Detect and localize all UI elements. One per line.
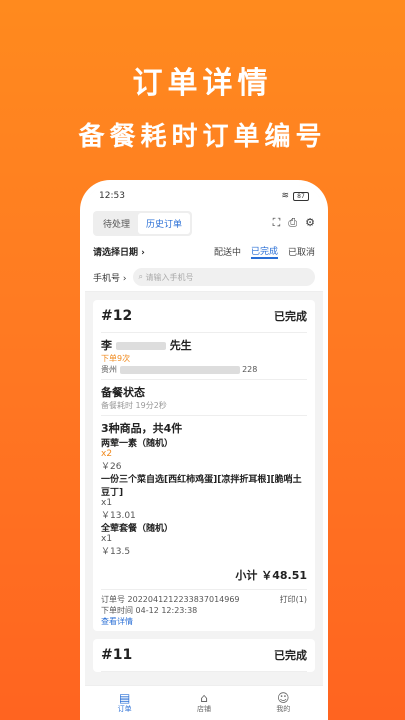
status-completed[interactable]: 已完成 xyxy=(250,244,278,259)
order-number: #12 xyxy=(101,308,133,324)
redacted-address xyxy=(119,365,240,374)
item-name: 一份三个菜自选[西红柿鸡蛋][凉拌折耳根][脆哨土豆丁] xyxy=(101,475,302,498)
status-cancelled[interactable]: 已取消 xyxy=(288,245,315,258)
order-state: 已完成 xyxy=(274,310,307,323)
redacted-name xyxy=(115,342,166,350)
customer-section: 李 先生 下单9次 贵州 228 xyxy=(101,333,307,380)
nav-profile[interactable]: ☺ 我的 xyxy=(276,692,290,714)
promo-title: 订单详情 xyxy=(132,66,273,101)
view-details-link[interactable]: 查看详情 xyxy=(101,616,307,627)
search-placeholder: 请输入手机号 xyxy=(145,272,194,282)
customer-name-suffix: 先生 xyxy=(169,339,192,352)
items-section: 3种商品，共4件 两荤一素（随机） x2 ￥26 一份三个菜自选[西红柿鸡蛋][… xyxy=(101,416,307,561)
item-qty: x1 xyxy=(101,498,113,508)
settings-icon[interactable]: ⚙ xyxy=(305,216,315,230)
store-icon: ⌂ xyxy=(200,691,208,705)
promo-subtitle: 备餐耗时订单编号 xyxy=(78,122,327,152)
item-price: ￥13.5 xyxy=(101,547,131,557)
nav-orders[interactable]: ▤ 订单 xyxy=(118,692,132,714)
customer-name: 李 先生 xyxy=(101,337,307,353)
chevron-right-icon: › xyxy=(141,247,145,258)
order-card: #12 已完成 李 先生 下单9次 贵州 228 备餐状态 备餐耗时 19分2秒… xyxy=(93,300,315,631)
nav-label: 店铺 xyxy=(196,705,211,713)
print-button[interactable]: 打印(1) xyxy=(280,594,307,605)
item-name: 两荤一素（随机） xyxy=(101,439,174,449)
order-no-label: 订单号 2022041212233837014969 xyxy=(101,595,240,604)
status-bar: 12:53 ≋ 87 xyxy=(85,185,323,207)
prep-title: 备餐状态 xyxy=(101,386,145,399)
phone-select-label: 手机号 xyxy=(93,273,121,284)
search-icon: ⌕ xyxy=(138,272,143,281)
scan-icon[interactable]: ⛶ xyxy=(273,216,281,230)
status-delivering[interactable]: 配送中 xyxy=(214,245,241,258)
prep-time: 备餐耗时 19分2秒 xyxy=(101,401,167,410)
nav-label: 订单 xyxy=(117,705,132,713)
list-item: 两荤一素（随机） x2 ￥26 xyxy=(101,436,307,472)
item-price: ￥26 xyxy=(101,462,122,472)
customer-name-prefix: 李 xyxy=(101,339,112,352)
address-prefix: 贵州 xyxy=(101,365,117,374)
printer-icon[interactable]: ⎙ xyxy=(288,216,297,230)
search-row: 手机号 › ⌕ 请输入手机号 xyxy=(85,263,323,292)
toolbar-icons: ⛶ ⎙ ⚙ xyxy=(273,216,315,230)
order-time: 下单时间 04-12 12:23:38 xyxy=(101,606,198,615)
tabs-row: 待处理 历史订单 ⛶ ⎙ ⚙ xyxy=(85,207,323,239)
profile-icon: ☺ xyxy=(277,691,290,705)
order-count: 下单9次 xyxy=(101,354,131,363)
filter-row: 请选择日期 › 配送中 已完成 已取消 xyxy=(85,239,323,263)
prep-section: 备餐状态 备餐耗时 19分2秒 xyxy=(101,380,307,416)
order-state: 已完成 xyxy=(274,649,307,662)
wifi-icon: ≋ xyxy=(281,191,289,201)
item-qty: x2 xyxy=(101,449,113,459)
customer-address: 贵州 228 xyxy=(101,364,307,375)
tab-group: 待处理 历史订单 xyxy=(93,210,193,236)
items-summary: 3种商品，共4件 xyxy=(101,422,183,435)
item-name: 全荤套餐（随机） xyxy=(101,524,174,534)
item-qty: x1 xyxy=(101,534,113,544)
list-item: 全荤套餐（随机） x1 ￥13.5 xyxy=(101,521,307,557)
nav-label: 我的 xyxy=(276,705,291,713)
battery-icon: 87 xyxy=(293,191,309,201)
chevron-right-icon: › xyxy=(122,273,127,284)
date-picker[interactable]: 请选择日期 › xyxy=(93,245,204,258)
order-meta: 订单号 2022041212233837014969 打印(1) 下单时间 04… xyxy=(101,590,307,631)
order-card-next: #11 已完成 xyxy=(93,639,315,672)
tab-pending[interactable]: 待处理 xyxy=(95,213,138,234)
list-item: 一份三个菜自选[西红柿鸡蛋][凉拌折耳根][脆哨土豆丁] x1 ￥13.01 xyxy=(101,472,307,521)
date-label: 请选择日期 xyxy=(93,247,139,258)
tab-history[interactable]: 历史订单 xyxy=(138,212,191,234)
bottom-nav: ▤ 订单 ⌂ 店铺 ☺ 我的 xyxy=(85,685,323,720)
orders-icon: ▤ xyxy=(118,691,131,705)
order-number: #11 xyxy=(101,647,133,663)
phone-select[interactable]: 手机号 › xyxy=(93,271,127,284)
subtotal: 小计 ￥48.51 xyxy=(101,561,307,590)
address-suffix: 228 xyxy=(242,365,258,374)
status-time: 12:53 xyxy=(99,191,125,201)
phone-frame: 12:53 ≋ 87 待处理 历史订单 ⛶ ⎙ ⚙ 请选择日期 › 配送中 已完… xyxy=(80,180,328,720)
item-price: ￥13.01 xyxy=(101,511,136,521)
search-input[interactable]: ⌕ 请输入手机号 xyxy=(132,268,315,286)
nav-store[interactable]: ⌂ 店铺 xyxy=(197,692,211,714)
